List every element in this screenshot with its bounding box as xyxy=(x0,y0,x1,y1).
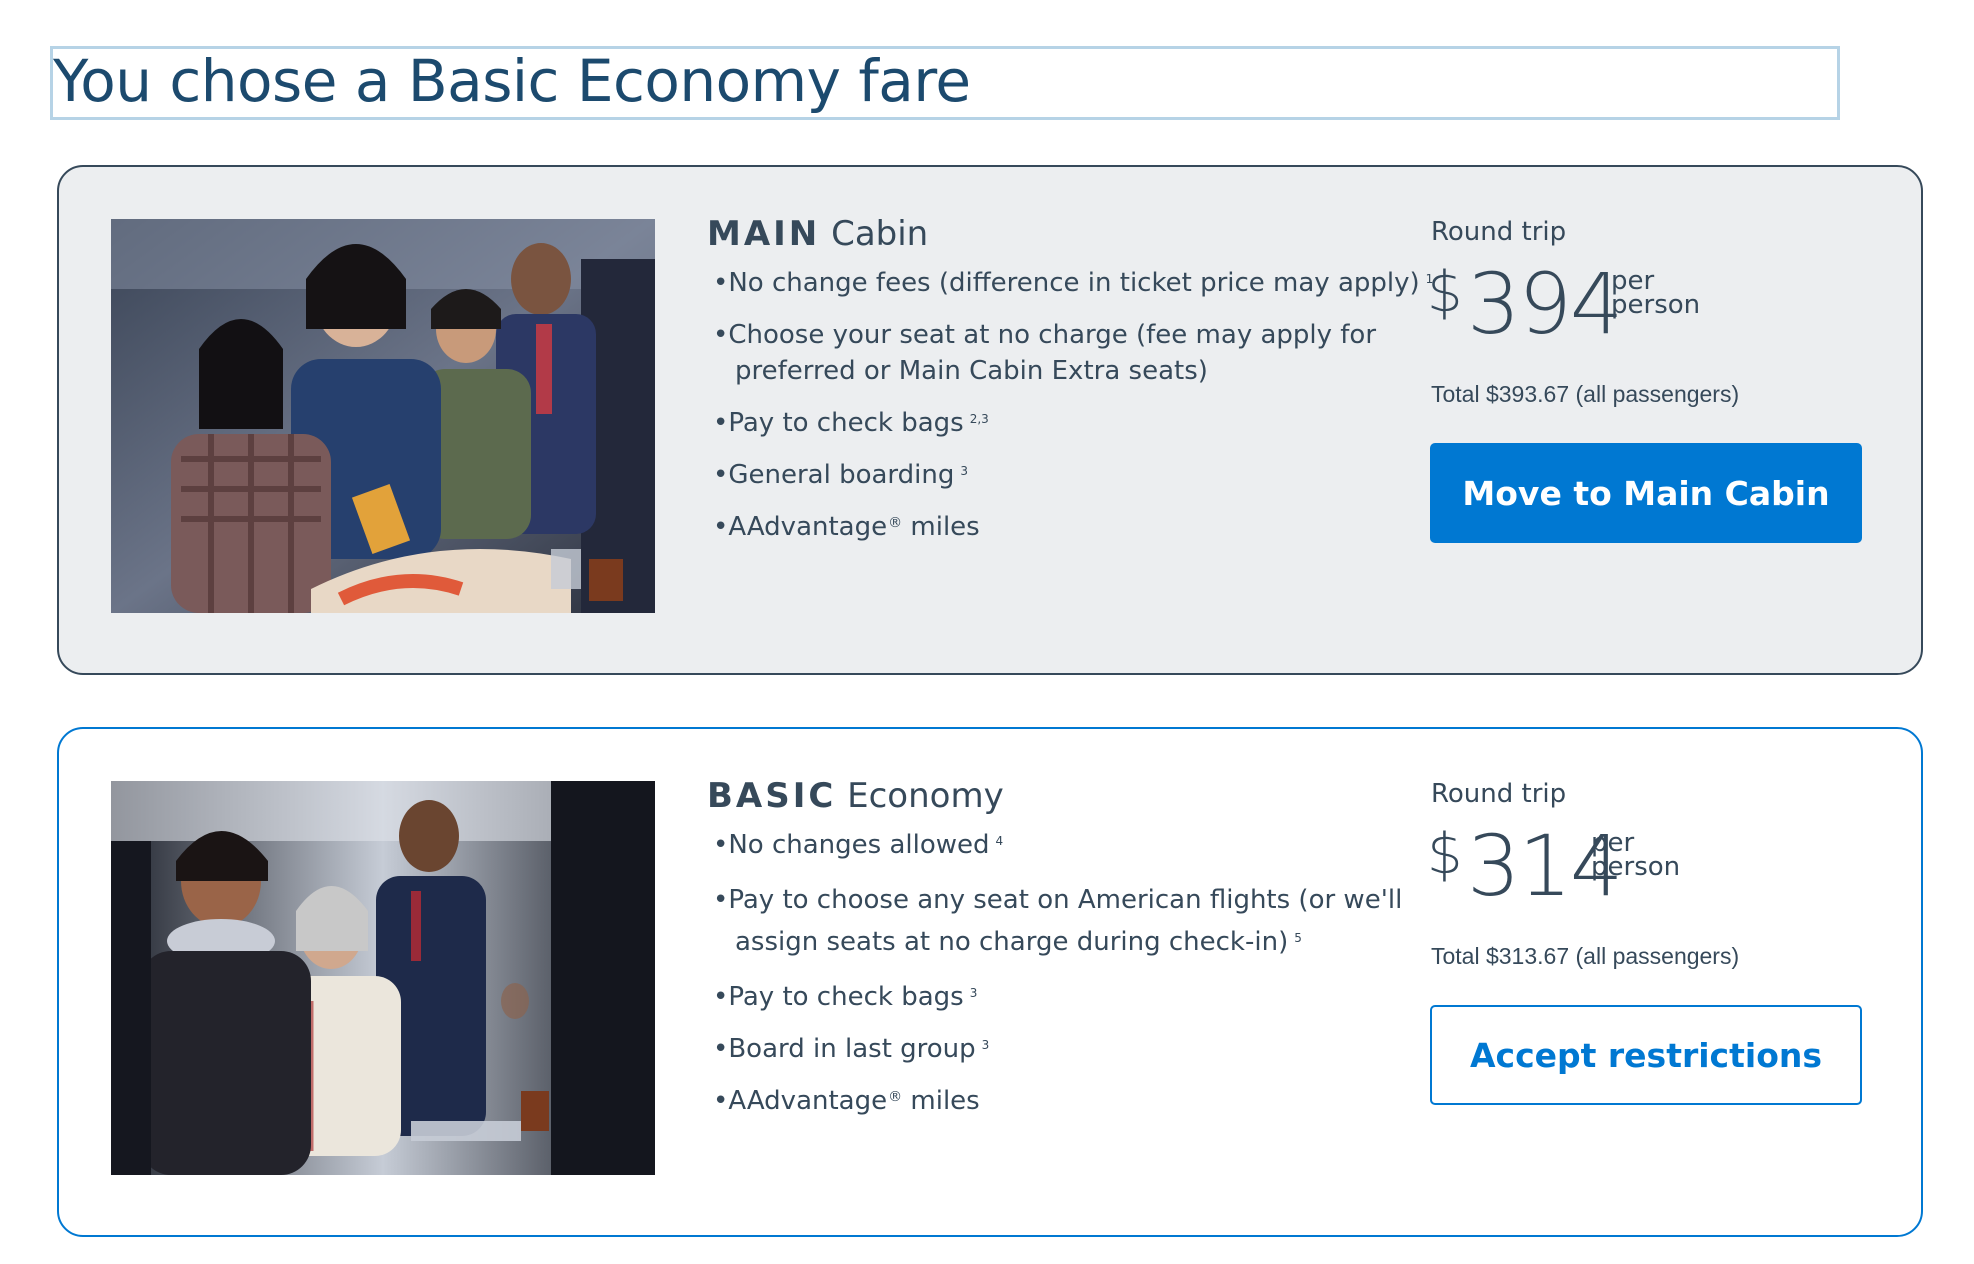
footnote-ref[interactable]: 3 xyxy=(982,1038,990,1052)
feature-item: •Pay to check bags 2,3 xyxy=(713,408,989,438)
basic-economy-feature-list: •No changes allowed 4 •Pay to choose any … xyxy=(713,827,1453,1135)
price-amount: 394 xyxy=(1467,255,1623,353)
currency-symbol: $ xyxy=(1427,822,1463,887)
feature-item: •Pay to check bags 3 xyxy=(713,982,978,1012)
feature-item: •AAdvantage® miles xyxy=(713,1086,980,1116)
per-person-label: per person xyxy=(1591,828,1681,882)
main-cabin-photo xyxy=(111,219,655,613)
main-cabin-heading: MAIN Cabin xyxy=(707,211,928,257)
basic-economy-total: Total $313.67 (all passengers) xyxy=(1431,943,1740,969)
feature-item: •No changes allowed 4 xyxy=(713,830,1004,860)
accept-restrictions-button[interactable]: Accept restrictions xyxy=(1430,1005,1862,1105)
registered-mark: ® xyxy=(888,1089,903,1105)
feature-item: •Board in last group 3 xyxy=(713,1034,990,1064)
footnote-ref[interactable]: 3 xyxy=(970,986,978,1000)
feature-item: •AAdvantage® miles xyxy=(713,512,980,542)
fare-card-basic-economy: BASIC Economy •No changes allowed 4 •Pay … xyxy=(57,727,1923,1237)
footnote-ref[interactable]: 3 xyxy=(960,464,968,478)
per-person-label: per person xyxy=(1611,266,1701,320)
feature-item: •General boarding 3 xyxy=(713,460,968,490)
page-title: You chose a Basic Economy fare xyxy=(50,46,1840,120)
footnote-ref[interactable]: 4 xyxy=(996,834,1004,848)
feature-item: •Pay to choose any seat on American flig… xyxy=(713,885,1403,957)
feature-item: •Choose your seat at no charge (fee may … xyxy=(713,320,1377,386)
main-cabin-trip-type: Round trip xyxy=(1431,217,1567,247)
currency-symbol: $ xyxy=(1427,260,1463,325)
main-cabin-name-rest: Cabin xyxy=(820,214,929,254)
basic-economy-photo xyxy=(111,781,655,1175)
footnote-ref[interactable]: 2,3 xyxy=(970,412,989,426)
footnote-ref[interactable]: 5 xyxy=(1294,931,1302,945)
main-cabin-feature-list: •No change fees (difference in ticket pr… xyxy=(713,265,1453,561)
basic-economy-name-rest: Economy xyxy=(836,776,1004,816)
basic-economy-trip-type: Round trip xyxy=(1431,779,1567,809)
main-cabin-name-strong: MAIN xyxy=(707,214,821,254)
main-cabin-total: Total $393.67 (all passengers) xyxy=(1431,381,1740,407)
basic-economy-name-strong: BASIC xyxy=(707,776,837,816)
move-to-main-cabin-button[interactable]: Move to Main Cabin xyxy=(1430,443,1862,543)
feature-item: •No change fees (difference in ticket pr… xyxy=(713,268,1434,298)
fare-card-main-cabin: MAIN Cabin •No change fees (difference i… xyxy=(57,165,1923,675)
registered-mark: ® xyxy=(888,515,903,531)
basic-economy-heading: BASIC Economy xyxy=(707,773,1004,819)
